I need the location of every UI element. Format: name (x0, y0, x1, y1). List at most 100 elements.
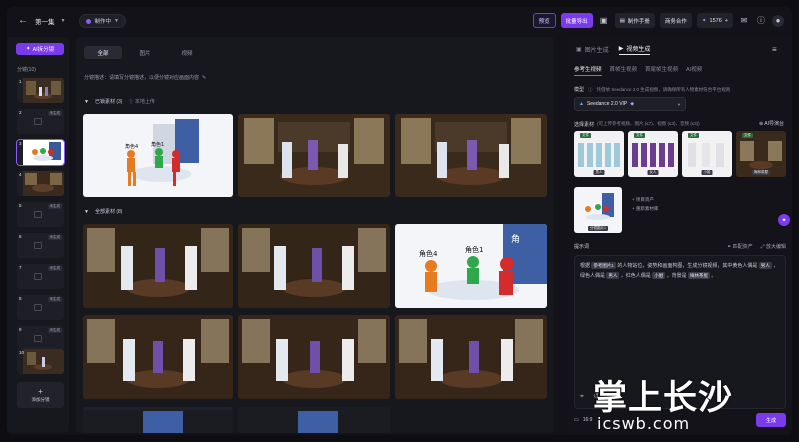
tab-video-generation[interactable]: ▶ 视频生成 (618, 43, 651, 55)
prompt-label: 提示词 (574, 244, 590, 250)
shot-image-card[interactable]: 分镜图片1 (574, 187, 622, 233)
material-card[interactable]: 文件 梅林茶屋 (736, 131, 786, 177)
material-name: 男人 (593, 170, 605, 175)
add-shot-button[interactable]: + 添加分镜 (17, 382, 64, 408)
video-icon: ▶ (618, 46, 624, 52)
status-dropdown[interactable]: 制作中 ▼ (79, 14, 126, 28)
manual-label: 制作手册 (627, 18, 650, 25)
asset-thumbnail[interactable] (83, 315, 233, 399)
shot-item-9[interactable]: 9 未生成 (17, 326, 64, 351)
mannequin-scene-image (238, 407, 390, 433)
asset-thumbnail[interactable]: 角色4 角色1 (83, 114, 233, 197)
credits-badge[interactable]: ✦ 1576 + (696, 13, 733, 28)
ai-director-button[interactable]: ⊕ AI导演台 (759, 120, 784, 127)
collapse-icon[interactable]: ▼ (84, 209, 89, 215)
asset-thumbnail[interactable] (238, 315, 390, 399)
edit-icon[interactable]: ✎ (202, 75, 206, 81)
tea-house-image (83, 224, 233, 308)
shot-thumbnail (23, 349, 64, 374)
role-label: 角色4 (419, 249, 438, 258)
help-icon[interactable]: ⓘ (755, 15, 767, 27)
material-card[interactable]: 文件 女人 (628, 131, 678, 177)
shot-item-5[interactable]: 5 未生成 (17, 202, 64, 227)
assistant-float-button[interactable]: ✦ (778, 214, 790, 226)
ai-split-button[interactable]: ✦ AI拆分镜 (16, 43, 64, 55)
aspect-ratio-select[interactable]: 16:9 (583, 417, 593, 423)
collapse-icon[interactable]: ▼ (84, 99, 89, 105)
match-asset-button[interactable]: ⚭ 匹配资产 (727, 243, 753, 250)
asset-thumbnail[interactable] (238, 114, 390, 197)
layout-icon[interactable]: ▣ (598, 15, 610, 27)
bell-icon[interactable]: ✉ (738, 15, 750, 27)
expand-edit-button[interactable]: ⤢ 放大编辑 (761, 243, 786, 250)
avatar[interactable]: ● (772, 14, 784, 27)
business-button[interactable]: 商务合作 (659, 13, 692, 28)
shot-item-4[interactable]: 4 (17, 171, 64, 196)
shot-item-1[interactable]: 1 (17, 78, 64, 103)
shot-item-3[interactable]: 3 (16, 139, 65, 166)
shot-thumbnail (23, 140, 64, 165)
shot-number: 10 (19, 350, 25, 355)
manual-button[interactable]: ▤ 制作手册 (614, 13, 655, 28)
asset-thumbnail[interactable]: 角色4 角色1 角 (395, 224, 547, 308)
image-placeholder-icon (34, 335, 42, 342)
prompt-asset-chip[interactable]: 参考图片1 (591, 262, 616, 269)
material-card[interactable]: 文件 男人 (574, 131, 624, 177)
expand-icon: ⤢ (760, 244, 765, 250)
tab-first-frame-video[interactable]: 首帧生视频 (610, 65, 638, 76)
tab-videos[interactable]: 视频 (168, 46, 206, 59)
role-label: 角色4 (125, 143, 138, 150)
model-row: 模型 ⓘ 凭借依 Seedance 2.0 生成视频，请确保所有人物素材符合平台… (574, 86, 730, 94)
batch-export-button[interactable]: 批量导出 (560, 13, 593, 28)
prompt-asset-chip[interactable]: 梅林茶屋 (688, 272, 710, 279)
crop-icon[interactable]: ⌖ (580, 392, 584, 402)
menu-icon[interactable]: ≡ (772, 45, 777, 54)
asset-thumbnail[interactable] (395, 315, 547, 399)
model-value: Seedance 2.0 VIP (586, 101, 628, 107)
image-placeholder-icon (34, 273, 42, 280)
tea-house-image (238, 114, 390, 197)
asset-thumbnail[interactable] (83, 224, 233, 308)
shot-item-7[interactable]: 7 未生成 (17, 264, 64, 289)
prompt-asset-chip[interactable]: 小姐 (652, 272, 666, 279)
material-card[interactable]: 文件 小姐 (682, 131, 732, 177)
upload-button[interactable]: ⇧ 本地上传 (128, 98, 154, 105)
asset-thumbnail[interactable] (83, 407, 233, 433)
expand-edit-label: 放大编辑 (765, 244, 786, 250)
prompt-asset-chip[interactable]: 男人 (606, 272, 620, 279)
add-shot-label: 添加分镜 (31, 397, 50, 402)
tab-image-generation[interactable]: ▣ 图片生成 (576, 43, 609, 55)
tab-images[interactable]: 图片 (126, 46, 164, 59)
asset-thumbnail[interactable] (238, 224, 390, 308)
image-placeholder-icon (34, 211, 42, 218)
material-name: 分镜图片1 (588, 226, 608, 231)
prompt-asset-chip[interactable]: 男人 (758, 262, 772, 269)
tab-reference-video[interactable]: 参考生视频 (574, 65, 602, 76)
shot-number: 8 (19, 296, 22, 301)
shot-item-2[interactable]: 2 未生成 (17, 109, 64, 134)
tab-all[interactable]: 全部 (84, 46, 122, 59)
shot-item-10[interactable]: 10 (17, 349, 64, 374)
add-library-asset-link[interactable]: + 重新素材库 (632, 204, 658, 213)
shot-status-badge: 未生成 (47, 297, 62, 302)
model-select[interactable]: ▲ Seedance 2.0 VIP ◆ ▼ (574, 97, 686, 111)
tab-ai-video[interactable]: AI视频 (686, 65, 702, 76)
episode-title[interactable]: 第一集 (35, 16, 55, 26)
shot-item-6[interactable]: 6 未生成 (17, 233, 64, 258)
all-section-header: ▼ 全部素材 (8) (84, 208, 122, 216)
diamond-icon: ◆ (630, 101, 635, 107)
locked-section-header: ▼ 已锁素材 (3) ⇧ 本地上传 (84, 98, 155, 106)
shot-count: 分镜(10) (17, 67, 36, 73)
shot-number: 7 (19, 265, 22, 270)
preview-button[interactable]: 预览 (532, 13, 556, 28)
prompt-text: 的人物站位，姿势和画面构图，生成分镜视频，其中黄色人偶是 (617, 263, 758, 269)
back-arrow-icon[interactable]: ← (17, 15, 29, 27)
magic-icon: ✦ (25, 46, 31, 52)
asset-thumbnail[interactable] (238, 407, 390, 433)
asset-thumbnail[interactable] (395, 114, 547, 197)
watermark-title: 掌上长沙 (593, 378, 733, 418)
tab-first-last-frame-video[interactable]: 首尾帧生视频 (645, 65, 678, 76)
episode-dropdown-icon[interactable]: ▼ (61, 18, 66, 24)
add-project-asset-link[interactable]: + 项目资产 (632, 195, 658, 204)
shot-item-8[interactable]: 8 未生成 (17, 295, 64, 320)
